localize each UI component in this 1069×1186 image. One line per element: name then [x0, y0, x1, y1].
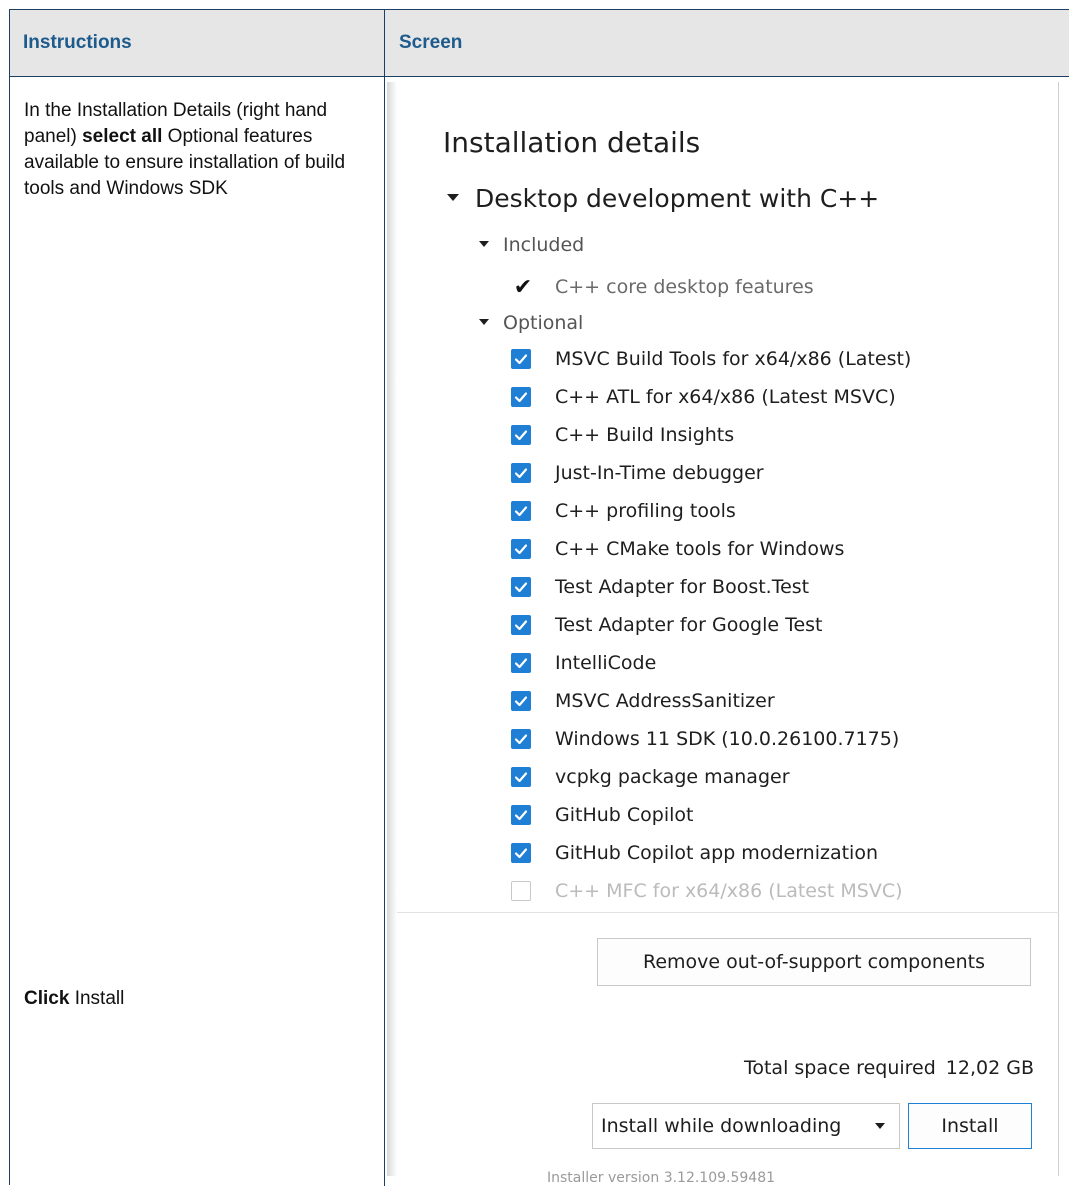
instruction-step-click-install: Click Install	[24, 988, 125, 1009]
included-group-header[interactable]: Included	[479, 234, 584, 256]
optional-feature-item[interactable]: GitHub Copilot app modernization	[511, 838, 878, 868]
optional-feature-item[interactable]: Just-In-Time debugger	[511, 458, 764, 488]
panel-edge-shadow	[387, 82, 397, 1176]
divider	[397, 912, 1059, 913]
included-item: ✔ C++ core desktop features	[511, 272, 814, 302]
expand-caret-icon[interactable]	[479, 318, 489, 325]
remove-out-of-support-button[interactable]: Remove out-of-support components	[597, 938, 1031, 986]
checkbox-checked-icon[interactable]	[511, 349, 531, 369]
total-space-required: Total space required 12,02 GB	[744, 1057, 1034, 1079]
workload-header[interactable]: Desktop development with C++	[447, 184, 879, 213]
checkbox-checked-icon[interactable]	[511, 805, 531, 825]
screen-column-header: Screen	[399, 32, 463, 53]
optional-feature-item[interactable]: IntelliCode	[511, 648, 656, 678]
checkbox-checked-icon[interactable]	[511, 767, 531, 787]
optional-feature-item[interactable]: vcpkg package manager	[511, 762, 790, 792]
checkbox-checked-icon[interactable]	[511, 653, 531, 673]
checkbox-checked-icon[interactable]	[511, 843, 531, 863]
optional-feature-item[interactable]: MSVC AddressSanitizer	[511, 686, 775, 716]
table-header-row: Instructions Screen	[10, 10, 1069, 77]
instructions-column-header: Instructions	[23, 32, 132, 53]
install-button[interactable]: Install	[908, 1103, 1032, 1149]
optional-feature-item[interactable]: C++ CMake tools for Windows	[511, 534, 844, 564]
expand-caret-icon[interactable]	[479, 240, 489, 247]
optional-group-header[interactable]: Optional	[479, 312, 583, 334]
checkbox-checked-icon[interactable]	[511, 615, 531, 635]
install-mode-dropdown[interactable]: Install while downloading	[592, 1103, 900, 1149]
chevron-down-icon[interactable]	[875, 1123, 885, 1129]
optional-feature-item[interactable]: GitHub Copilot	[511, 800, 693, 830]
checkmark-icon: ✔	[513, 274, 533, 300]
space-label: Total space required	[743, 1057, 936, 1079]
instruction-step-select-all: In the Installation Details (right hand …	[24, 100, 346, 199]
expand-caret-icon[interactable]	[447, 193, 459, 201]
checkbox-checked-icon[interactable]	[511, 729, 531, 749]
checkbox-checked-icon[interactable]	[511, 501, 531, 521]
column-divider	[384, 10, 385, 1186]
optional-feature-item[interactable]: C++ ATL for x64/x86 (Latest MSVC)	[511, 382, 896, 412]
optional-feature-item[interactable]: Windows 11 SDK (10.0.26100.7175)	[511, 724, 899, 754]
optional-feature-item[interactable]: C++ MFC for x64/x86 (Latest MSVC)	[511, 876, 903, 906]
checkbox-checked-icon[interactable]	[511, 577, 531, 597]
space-value: 12,02 GB	[945, 1057, 1034, 1079]
optional-feature-item[interactable]: C++ Build Insights	[511, 420, 734, 450]
checkbox-checked-icon[interactable]	[511, 387, 531, 407]
optional-feature-item[interactable]: MSVC Build Tools for x64/x86 (Latest)	[511, 344, 911, 374]
checkbox-checked-icon[interactable]	[511, 691, 531, 711]
optional-feature-item[interactable]: Test Adapter for Boost.Test	[511, 572, 809, 602]
checkbox-unchecked-icon[interactable]	[511, 881, 531, 901]
checkbox-checked-icon[interactable]	[511, 425, 531, 445]
optional-feature-item[interactable]: Test Adapter for Google Test	[511, 610, 823, 640]
checkbox-checked-icon[interactable]	[511, 463, 531, 483]
checkbox-checked-icon[interactable]	[511, 539, 531, 559]
optional-feature-item[interactable]: C++ profiling tools	[511, 496, 736, 526]
installation-details-screenshot: Installation details Desktop development…	[387, 82, 1059, 1186]
panel-title: Installation details	[443, 126, 701, 159]
installer-version-text: Installer version 3.12.109.59481	[547, 1170, 776, 1186]
